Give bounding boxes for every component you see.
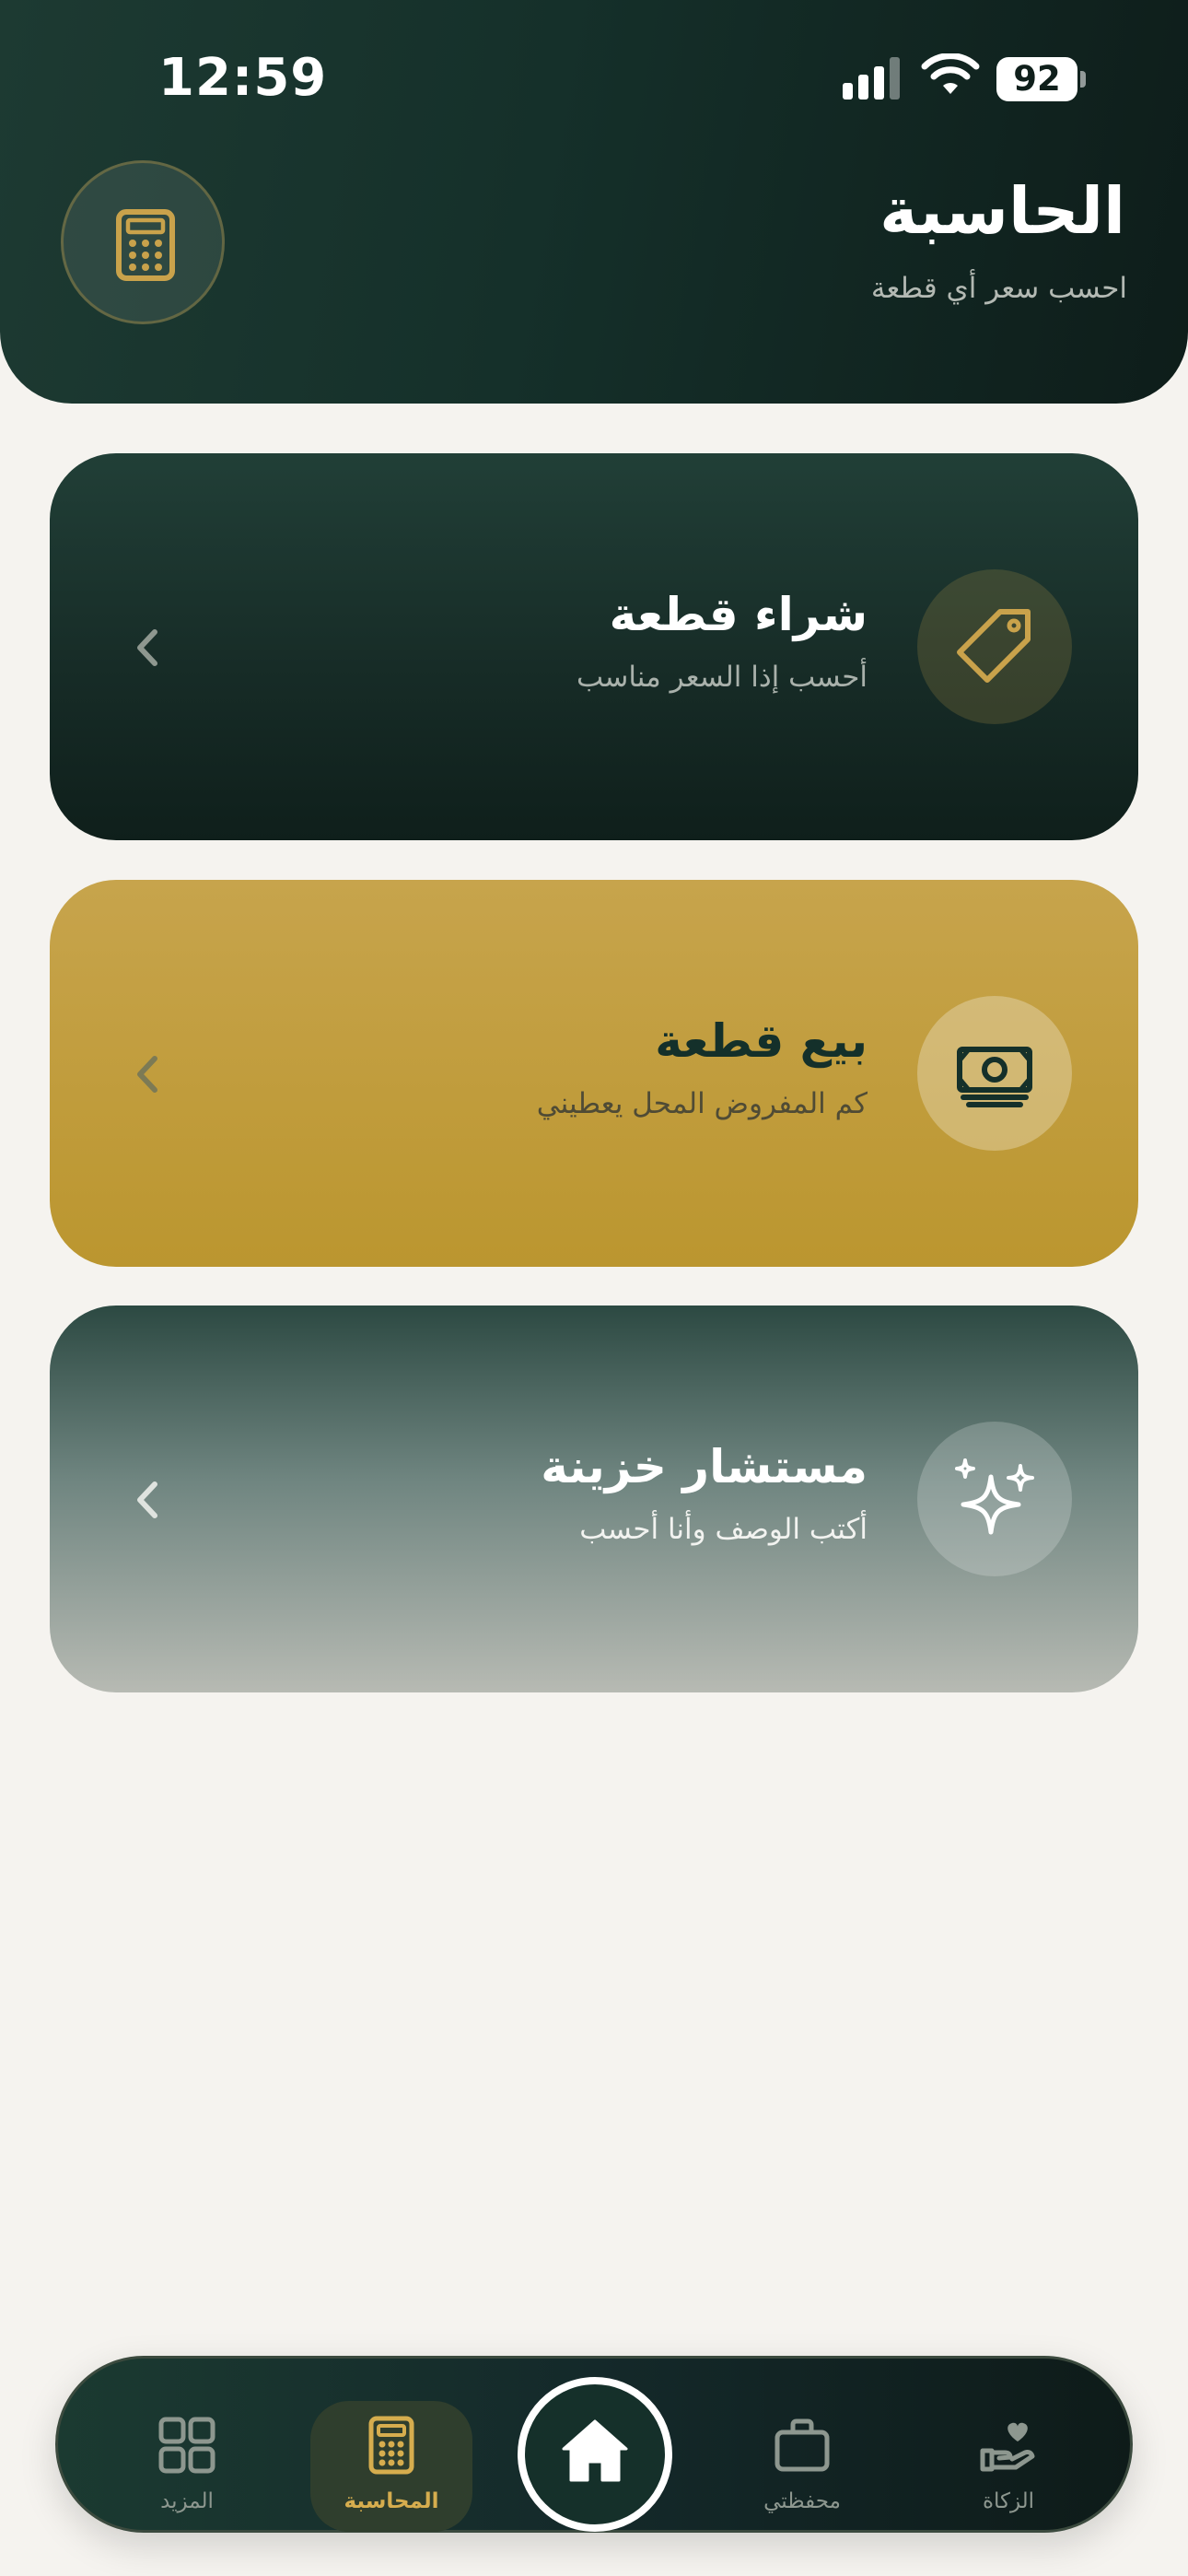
nav-label-calculator: المحاسبة xyxy=(344,2489,439,2513)
buy-item-card[interactable]: شراء قطعة أحسب إذا السعر مناسب xyxy=(50,453,1138,840)
buy-card-subtitle: أحسب إذا السعر مناسب xyxy=(576,661,868,694)
buy-icon-badge xyxy=(917,569,1072,724)
sparkles-icon xyxy=(955,1458,1034,1535)
sell-icon-badge xyxy=(917,996,1072,1151)
chevron-left-icon xyxy=(137,1481,157,1518)
advisor-icon-badge xyxy=(917,1422,1072,1576)
sell-card-subtitle: كم المفروض المحل يعطيني xyxy=(536,1087,868,1120)
status-time: 12:59 xyxy=(158,48,328,108)
calculator-icon xyxy=(368,2416,414,2475)
chevron-left-icon xyxy=(137,629,157,666)
buy-card-title: شراء قطعة xyxy=(609,588,868,641)
battery-tip xyxy=(1080,71,1086,88)
sell-card-title: بيع قطعة xyxy=(655,1014,868,1068)
page-title: الحاسبة xyxy=(879,173,1125,249)
battery-level: 92 xyxy=(996,57,1077,101)
treasury-advisor-card[interactable]: مستشار خزينة أكتب الوصف وأنا أحسب xyxy=(50,1306,1138,1692)
nav-item-calculator[interactable]: المحاسبة xyxy=(310,2359,472,2535)
advisor-card-title: مستشار خزينة xyxy=(541,1440,868,1493)
calculator-icon xyxy=(116,209,175,281)
battery-icon: 92 xyxy=(996,57,1086,101)
briefcase-icon xyxy=(775,2418,830,2472)
grid-icon xyxy=(158,2417,215,2474)
bottom-nav: المزيد المحاسبة محفظتي الزكاة xyxy=(55,2356,1133,2533)
nav-item-wallet[interactable]: محفظتي xyxy=(721,2359,883,2535)
wifi-icon xyxy=(921,53,980,94)
header: 12:59 92 الحاسبة احسب سعر أي قطعة xyxy=(0,0,1188,404)
advisor-card-subtitle: أكتب الوصف وأنا أحسب xyxy=(579,1513,868,1546)
sell-item-card[interactable]: بيع قطعة كم المفروض المحل يعطيني xyxy=(50,880,1138,1267)
nav-label-wallet: محفظتي xyxy=(763,2489,841,2513)
page-subtitle: احسب سعر أي قطعة xyxy=(870,272,1127,305)
tag-icon xyxy=(957,609,1031,683)
nav-label-more: المزيد xyxy=(160,2489,214,2513)
nav-label-zakat: الزكاة xyxy=(982,2489,1035,2513)
signal-icon xyxy=(843,57,900,100)
cash-icon xyxy=(957,1047,1032,1107)
nav-item-more[interactable]: المزيد xyxy=(106,2359,268,2535)
nav-item-zakat[interactable]: الزكاة xyxy=(927,2359,1089,2535)
header-calculator-badge xyxy=(61,160,225,324)
chevron-left-icon xyxy=(137,1056,157,1093)
home-button[interactable] xyxy=(518,2377,672,2532)
hand-heart-icon xyxy=(980,2422,1035,2472)
home-icon xyxy=(562,2419,628,2482)
